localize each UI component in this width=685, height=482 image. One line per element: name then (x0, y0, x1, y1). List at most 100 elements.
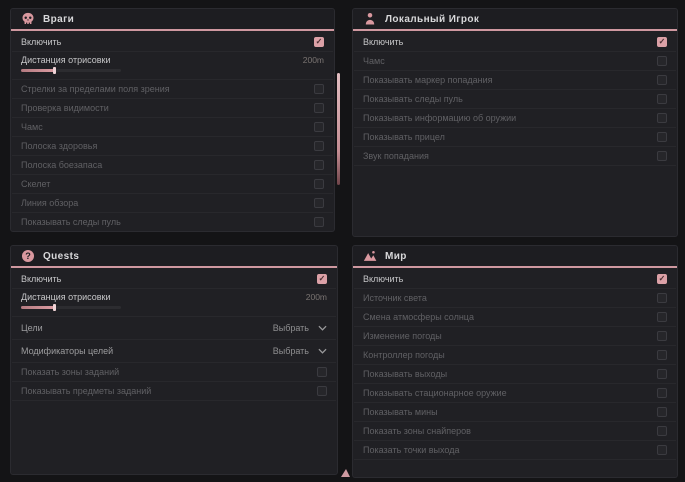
checkbox[interactable] (657, 445, 667, 455)
checkbox[interactable] (317, 367, 327, 377)
setting-row[interactable]: Источник света (354, 289, 676, 308)
setting-row[interactable]: Показывать маркер попадания (354, 71, 676, 90)
setting-row[interactable]: Показывать следы пуль (12, 213, 333, 232)
setting-row[interactable]: Линия обзора (12, 194, 333, 213)
setting-label: Дистанция отрисовки (21, 55, 111, 65)
setting-label: Показывать предметы заданий (21, 386, 151, 396)
checkbox[interactable] (657, 350, 667, 360)
checkbox[interactable] (314, 84, 324, 94)
setting-row[interactable]: Контроллер погоды (354, 346, 676, 365)
checkbox[interactable] (657, 293, 667, 303)
checkbox[interactable] (657, 331, 667, 341)
checkbox[interactable] (657, 37, 667, 47)
setting-label: Линия обзора (21, 198, 78, 208)
setting-row[interactable]: Стрелки за пределами поля зрения (12, 80, 333, 99)
slider-value: 200m (306, 292, 327, 302)
setting-label: Полоска здоровья (21, 141, 97, 151)
setting-row[interactable]: Показывать предметы заданий (12, 382, 336, 401)
setting-label: Чамс (21, 122, 43, 132)
setting-label: Смена атмосферы солнца (363, 312, 474, 322)
chevron-down-icon (318, 325, 327, 331)
setting-row-enable[interactable]: Включить (354, 270, 676, 289)
setting-row[interactable]: Изменение погоды (354, 327, 676, 346)
checkbox[interactable] (314, 217, 324, 227)
checkbox[interactable] (657, 56, 667, 66)
setting-label: Показывать следы пуль (21, 217, 121, 227)
skull-icon (21, 12, 35, 26)
setting-row[interactable]: Показывать выходы (354, 365, 676, 384)
checkbox[interactable] (314, 141, 324, 151)
checkbox[interactable] (314, 160, 324, 170)
setting-row[interactable]: Показывать стационарное оружие (354, 384, 676, 403)
setting-label: Чамс (363, 56, 385, 66)
setting-label: Показывать выходы (363, 369, 447, 379)
setting-row-goal-modifiers[interactable]: Модификаторы целей Выбрать (12, 340, 336, 363)
setting-row[interactable]: Показать зоны заданий (12, 363, 336, 382)
checkbox[interactable] (314, 179, 324, 189)
goal-modifiers-dropdown[interactable]: Выбрать (273, 346, 327, 356)
setting-label: Показывать следы пуль (363, 94, 463, 104)
setting-row[interactable]: Полоска здоровья (12, 137, 333, 156)
setting-row[interactable]: Показать зоны снайперов (354, 422, 676, 441)
setting-row[interactable]: Показывать мины (354, 403, 676, 422)
setting-row[interactable]: Полоска боезапаса (12, 156, 333, 175)
panel-title: Локальный Игрок (385, 14, 479, 25)
checkbox[interactable] (317, 386, 327, 396)
setting-row[interactable]: Показывать прицел (354, 128, 676, 147)
panel-world: Мир Включить Источник света Смена атмосф… (352, 245, 678, 478)
scrollbar[interactable] (337, 73, 340, 185)
setting-row[interactable]: Скелет (12, 175, 333, 194)
checkbox[interactable] (657, 113, 667, 123)
checkbox[interactable] (314, 122, 324, 132)
setting-label: Показывать мины (363, 407, 438, 417)
panel-title: Quests (43, 251, 79, 262)
quest-icon: ? (21, 249, 35, 263)
setting-label: Звук попадания (363, 151, 429, 161)
checkbox[interactable] (657, 75, 667, 85)
slider-handle[interactable] (53, 67, 56, 74)
panel-title: Мир (385, 251, 407, 262)
render-distance-slider[interactable] (21, 306, 121, 309)
slider-handle[interactable] (53, 304, 56, 311)
setting-label: Показать зоны снайперов (363, 426, 471, 436)
setting-row-goals[interactable]: Цели Выбрать (12, 317, 336, 340)
setting-row-enable[interactable]: Включить (12, 33, 333, 52)
checkbox[interactable] (314, 103, 324, 113)
setting-label: Включить (21, 37, 61, 47)
goals-dropdown[interactable]: Выбрать (273, 323, 327, 333)
panel-body: Включить Источник света Смена атмосферы … (353, 268, 677, 460)
panel-body: Включить Чамс Показывать маркер попадани… (353, 31, 677, 166)
setting-row[interactable]: Чамс (12, 118, 333, 137)
setting-row-enable[interactable]: Включить (354, 33, 676, 52)
checkbox[interactable] (657, 274, 667, 284)
checkbox[interactable] (657, 312, 667, 322)
checkbox[interactable] (657, 426, 667, 436)
player-icon (363, 12, 377, 26)
checkbox[interactable] (314, 198, 324, 208)
setting-row[interactable]: Показывать следы пуль (354, 90, 676, 109)
setting-row[interactable]: Смена атмосферы солнца (354, 308, 676, 327)
setting-label: Модификаторы целей (21, 346, 113, 356)
slider-fill (21, 306, 54, 309)
setting-label: Скелет (21, 179, 50, 189)
checkbox[interactable] (657, 369, 667, 379)
setting-label: Цели (21, 323, 43, 333)
panel-header-enemies: Враги (11, 9, 334, 31)
render-distance-slider[interactable] (21, 69, 121, 72)
checkbox[interactable] (317, 274, 327, 284)
checkbox[interactable] (657, 94, 667, 104)
setting-row[interactable]: Звук попадания (354, 147, 676, 166)
slider-value: 200m (303, 55, 324, 65)
setting-row[interactable]: Чамс (354, 52, 676, 71)
checkbox[interactable] (657, 132, 667, 142)
panel-local-player: Локальный Игрок Включить Чамс Показывать… (352, 8, 678, 237)
checkbox[interactable] (314, 37, 324, 47)
dropdown-value: Выбрать (273, 323, 309, 333)
checkbox[interactable] (657, 388, 667, 398)
checkbox[interactable] (657, 407, 667, 417)
setting-row[interactable]: Проверка видимости (12, 99, 333, 118)
setting-row[interactable]: Показать точки выхода (354, 441, 676, 460)
checkbox[interactable] (657, 151, 667, 161)
setting-row-enable[interactable]: Включить (12, 270, 336, 289)
setting-row[interactable]: Показывать информацию об оружии (354, 109, 676, 128)
